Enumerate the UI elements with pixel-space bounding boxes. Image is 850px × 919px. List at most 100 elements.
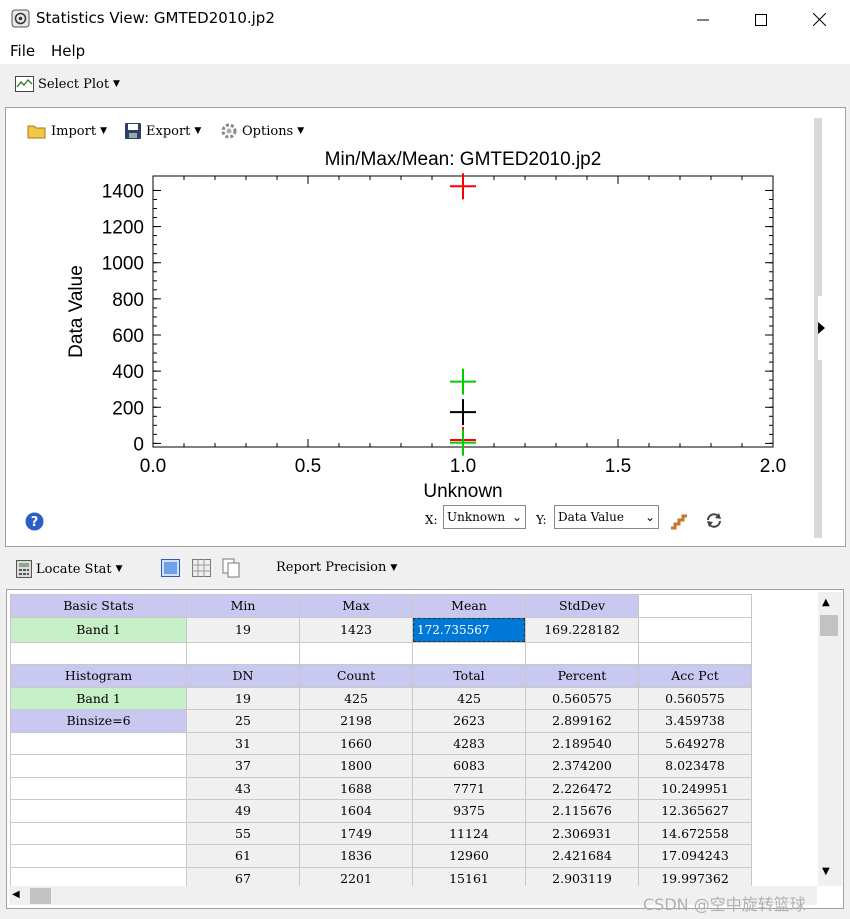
staircase-icon[interactable]: [669, 510, 689, 530]
empty-cell[interactable]: [10, 754, 187, 778]
percent-cell[interactable]: 2.226472: [525, 776, 639, 800]
copy-icon[interactable]: [222, 558, 240, 578]
x-tick-label: 0.5: [295, 456, 321, 477]
count-cell[interactable]: 1800: [299, 754, 413, 778]
help-icon[interactable]: ?: [25, 512, 44, 531]
count-cell[interactable]: 1688: [299, 776, 413, 800]
y-axis-select[interactable]: Data Value ⌄: [554, 505, 659, 529]
y-selector-label: Y:: [536, 513, 547, 527]
report-precision-button[interactable]: Report Precision ▼: [276, 560, 397, 575]
min-header: Min: [186, 594, 300, 618]
total-cell[interactable]: 11124: [412, 821, 526, 845]
percent-cell[interactable]: 2.374200: [525, 754, 639, 778]
y-tick-label: 400: [112, 362, 144, 383]
vertical-scroll-thumb[interactable]: [820, 615, 838, 636]
horizontal-scroll-thumb[interactable]: [30, 888, 51, 904]
total-cell[interactable]: 425: [412, 686, 526, 710]
x-tick-label: 1.5: [605, 456, 631, 477]
percent-cell[interactable]: 2.115676: [525, 799, 639, 823]
acc-pct-cell[interactable]: 0.560575: [638, 686, 752, 710]
dn-cell[interactable]: 37: [186, 754, 300, 778]
empty-cell[interactable]: [10, 821, 187, 845]
mean-cell-selected[interactable]: 172.735567: [413, 617, 525, 642]
percent-cell[interactable]: 0.560575: [525, 686, 639, 710]
x-axis-select[interactable]: Unknown ⌄: [443, 505, 526, 529]
dn-cell[interactable]: 25: [186, 709, 300, 733]
empty-cell[interactable]: [412, 641, 526, 665]
histogram-row-label[interactable]: Binsize=6: [10, 709, 187, 733]
scroll-up-icon[interactable]: ▲: [822, 597, 830, 608]
percent-cell[interactable]: 2.306931: [525, 821, 639, 845]
total-cell[interactable]: 9375: [412, 799, 526, 823]
empty-cell[interactable]: [10, 776, 187, 800]
acc-pct-cell[interactable]: 14.672558: [638, 821, 752, 845]
empty-cell[interactable]: [525, 641, 639, 665]
histogram-row: 49 1604 9375 2.115676 12.365627: [10, 799, 752, 823]
data-point-2: [450, 399, 476, 426]
dn-cell[interactable]: 61: [186, 844, 300, 868]
min-cell[interactable]: 19: [186, 616, 300, 643]
dn-cell[interactable]: 19: [186, 686, 300, 710]
grid-view-icon[interactable]: [192, 559, 211, 577]
acc-pct-cell[interactable]: 12.365627: [638, 799, 752, 823]
dn-cell[interactable]: 43: [186, 776, 300, 800]
histogram-row-label[interactable]: Band 1: [10, 686, 187, 710]
total-cell[interactable]: 4283: [412, 731, 526, 755]
acc-pct-header: Acc Pct: [638, 664, 752, 688]
dn-cell[interactable]: 49: [186, 799, 300, 823]
acc-pct-cell[interactable]: 5.649278: [638, 731, 752, 755]
empty-cell[interactable]: [10, 641, 187, 665]
chevron-down-icon: ▼: [390, 562, 398, 573]
acc-pct-cell[interactable]: 17.094243: [638, 844, 752, 868]
watermark: CSDN @空中旋转篮球: [643, 895, 806, 914]
band-label[interactable]: Band 1: [10, 616, 187, 643]
dn-cell[interactable]: 55: [186, 821, 300, 845]
refresh-icon[interactable]: [704, 511, 724, 529]
acc-pct-cell[interactable]: 3.459738: [638, 709, 752, 733]
x-tick-label: 2.0: [760, 456, 786, 477]
count-cell[interactable]: 1749: [299, 821, 413, 845]
count-cell[interactable]: 2198: [299, 709, 413, 733]
empty-cell[interactable]: [10, 731, 187, 755]
locate-stat-label: Locate Stat: [36, 561, 112, 577]
percent-cell[interactable]: 2.899162: [525, 709, 639, 733]
stddev-cell[interactable]: 169.228182: [525, 616, 639, 643]
histogram-row: Binsize=6 25 2198 2623 2.899162 3.459738: [10, 709, 752, 733]
total-cell[interactable]: 2623: [412, 709, 526, 733]
empty-cell[interactable]: [299, 641, 413, 665]
locate-stat-button[interactable]: Locate Stat ▼: [16, 560, 123, 578]
vertical-scrollbar[interactable]: [818, 592, 842, 886]
empty-cell[interactable]: [638, 594, 752, 618]
empty-cell[interactable]: [638, 616, 752, 643]
count-cell[interactable]: 1660: [299, 731, 413, 755]
percent-cell[interactable]: 2.189540: [525, 731, 639, 755]
count-cell[interactable]: 425: [299, 686, 413, 710]
y-tick-label: 1400: [102, 181, 144, 202]
mean-header: Mean: [412, 594, 526, 618]
empty-cell[interactable]: [10, 844, 187, 868]
acc-pct-cell[interactable]: 8.023478: [638, 754, 752, 778]
scroll-left-icon[interactable]: ◀: [12, 889, 20, 900]
data-point-4: [450, 429, 476, 456]
max-cell[interactable]: 1423: [299, 616, 413, 643]
basic-stats-header-row: Basic Stats Min Max Mean StdDev: [10, 594, 752, 618]
percent-cell[interactable]: 2.421684: [525, 844, 639, 868]
max-header: Max: [299, 594, 413, 618]
total-header: Total: [412, 664, 526, 688]
dn-cell[interactable]: 31: [186, 731, 300, 755]
empty-cell[interactable]: [10, 799, 187, 823]
basic-stats-row: Band 1 19 1423 172.735567 169.228182: [10, 616, 752, 643]
x-selector-label: X:: [425, 513, 438, 527]
histogram-header-row: Histogram DN Count Total Percent Acc Pct: [10, 664, 752, 688]
acc-pct-cell[interactable]: 10.249951: [638, 776, 752, 800]
total-cell[interactable]: 7771: [412, 776, 526, 800]
scroll-down-icon[interactable]: ▼: [822, 866, 830, 877]
count-cell[interactable]: 1836: [299, 844, 413, 868]
empty-cell[interactable]: [186, 641, 300, 665]
count-cell[interactable]: 1604: [299, 799, 413, 823]
single-view-icon[interactable]: [161, 559, 180, 577]
empty-cell[interactable]: [638, 641, 752, 665]
scatter-chart[interactable]: Min/Max/Mean: GMTED2010.jp2 Unknown Data V…: [0, 0, 850, 540]
total-cell[interactable]: 12960: [412, 844, 526, 868]
total-cell[interactable]: 6083: [412, 754, 526, 778]
